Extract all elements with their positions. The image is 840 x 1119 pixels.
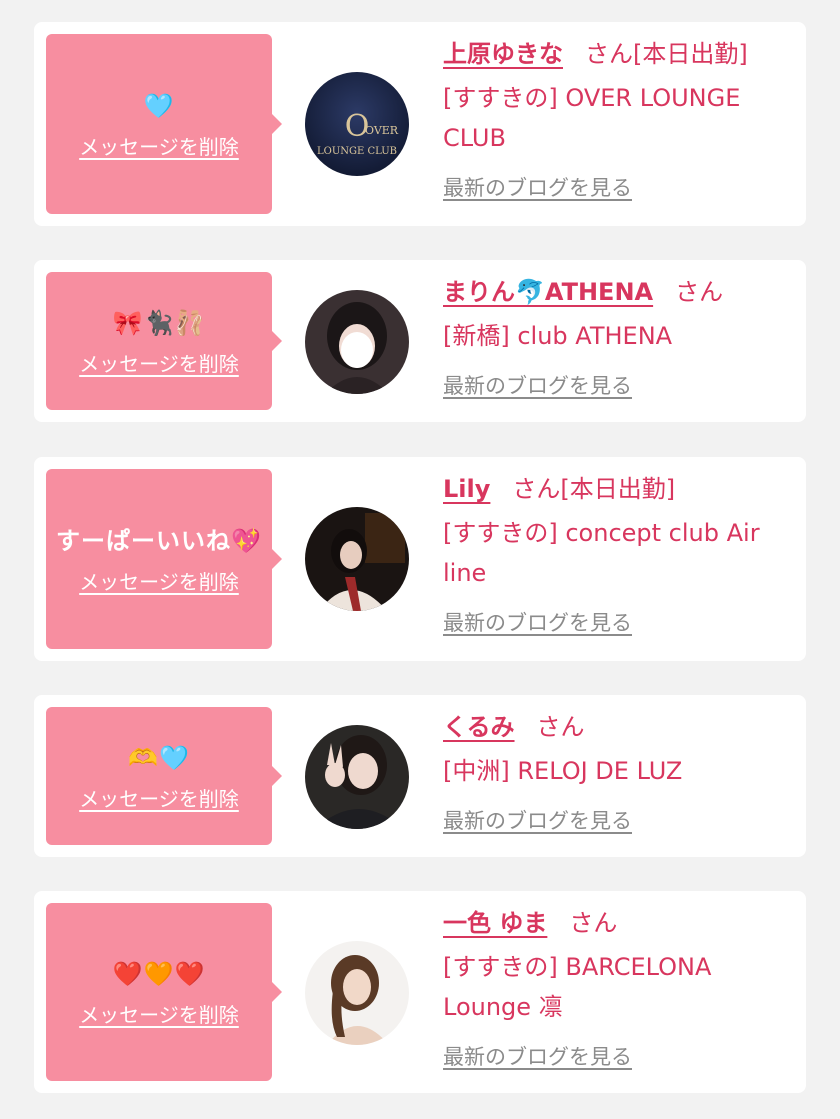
cast-info: くるみ さん [中洲] RELOJ DE LUZ 最新のブログを見る	[443, 709, 790, 835]
cast-name-link[interactable]: まりん🐬ATHENA	[443, 278, 653, 306]
message-text: 🫶🩵	[128, 743, 190, 772]
workplace: [すすきの] BARCELONA Lounge 凛	[443, 953, 712, 1021]
message-bubble: 🎀🐈‍⬛🩰 メッセージを削除	[46, 272, 282, 410]
workplace: [中洲] RELOJ DE LUZ	[443, 757, 683, 785]
workplace: [すすきの] OVER LOUNGE CLUB	[443, 84, 741, 152]
blog-link[interactable]: 最新のブログを見る	[443, 172, 632, 202]
delete-message-button[interactable]: メッセージを削除	[79, 783, 239, 812]
message-bubble: すーぱーいいね💖 メッセージを削除	[46, 469, 282, 649]
avatar[interactable]	[305, 725, 409, 829]
cast-info: 上原ゆきな さん[本日出勤] [すすきの] OVER LOUNGE CLUB 最新…	[443, 36, 790, 202]
cast-info: 一色 ゆま さん [すすきの] BARCELONA Lounge 凛 最新のブログ…	[443, 905, 790, 1071]
cast-info: Lily さん[本日出勤] [すすきの] concept club Air lin…	[443, 471, 790, 637]
message-card: 🎀🐈‍⬛🩰 メッセージを削除 まりん🐬ATHENA さん [新橋] club AT…	[34, 260, 806, 422]
avatar[interactable]	[305, 290, 409, 394]
blog-link[interactable]: 最新のブログを見る	[443, 1041, 632, 1071]
status-badge: [本日出勤]	[560, 475, 676, 503]
blog-link[interactable]: 最新のブログを見る	[443, 370, 632, 400]
cast-name-link[interactable]: Lily	[443, 475, 490, 503]
delete-message-button[interactable]: メッセージを削除	[79, 131, 239, 160]
message-card: すーぱーいいね💖 メッセージを削除 Lily さん[本日出勤] [すすきの] co…	[34, 457, 806, 661]
message-text: 🎀🐈‍⬛🩰	[112, 308, 206, 337]
cast-name-link[interactable]: 上原ゆきな	[443, 40, 563, 68]
honorific: さん	[569, 909, 618, 937]
message-card: ❤️🧡❤️ メッセージを削除 一色 ゆま さん [すすきの] BARCELONA …	[34, 891, 806, 1093]
blog-link[interactable]: 最新のブログを見る	[443, 607, 632, 637]
honorific: さん	[536, 713, 585, 741]
delete-message-button[interactable]: メッセージを削除	[79, 566, 239, 595]
blog-link[interactable]: 最新のブログを見る	[443, 805, 632, 835]
logo-text: LOUNGE CLUB	[317, 146, 397, 157]
delete-message-button[interactable]: メッセージを削除	[79, 999, 239, 1028]
avatar[interactable]	[305, 941, 409, 1045]
message-text: すーぱーいいね💖	[56, 526, 262, 555]
workplace: [新橋] club ATHENA	[443, 322, 673, 350]
cast-name-link[interactable]: 一色 ゆま	[443, 909, 547, 937]
message-list: 🩵 メッセージを削除 O OVER LOUNGE CLUB 上原ゆきな さん[本日…	[0, 0, 840, 1119]
logo-text: OVER	[365, 124, 399, 137]
honorific: さん	[585, 40, 633, 68]
cast-info: まりん🐬ATHENA さん [新橋] club ATHENA 最新のブログを見る	[443, 274, 790, 400]
avatar[interactable]	[305, 507, 409, 611]
status-badge: [本日出勤]	[633, 40, 748, 68]
message-text: 🩵	[143, 91, 175, 120]
delete-message-button[interactable]: メッセージを削除	[79, 348, 239, 377]
message-text: ❤️🧡❤️	[112, 959, 206, 988]
message-bubble: 🩵 メッセージを削除	[46, 34, 282, 214]
cast-name-link[interactable]: くるみ	[443, 713, 515, 741]
honorific: さん	[512, 475, 561, 503]
avatar[interactable]: O OVER LOUNGE CLUB	[305, 72, 409, 176]
honorific: さん	[675, 278, 724, 306]
message-bubble: ❤️🧡❤️ メッセージを削除	[46, 903, 282, 1081]
workplace: [すすきの] concept club Air line	[443, 519, 760, 587]
message-card: 🩵 メッセージを削除 O OVER LOUNGE CLUB 上原ゆきな さん[本日…	[34, 22, 806, 226]
message-bubble: 🫶🩵 メッセージを削除	[46, 707, 282, 845]
message-card: 🫶🩵 メッセージを削除 くるみ さん [中洲] RELOJ DE LUZ 最新のブ…	[34, 695, 806, 857]
